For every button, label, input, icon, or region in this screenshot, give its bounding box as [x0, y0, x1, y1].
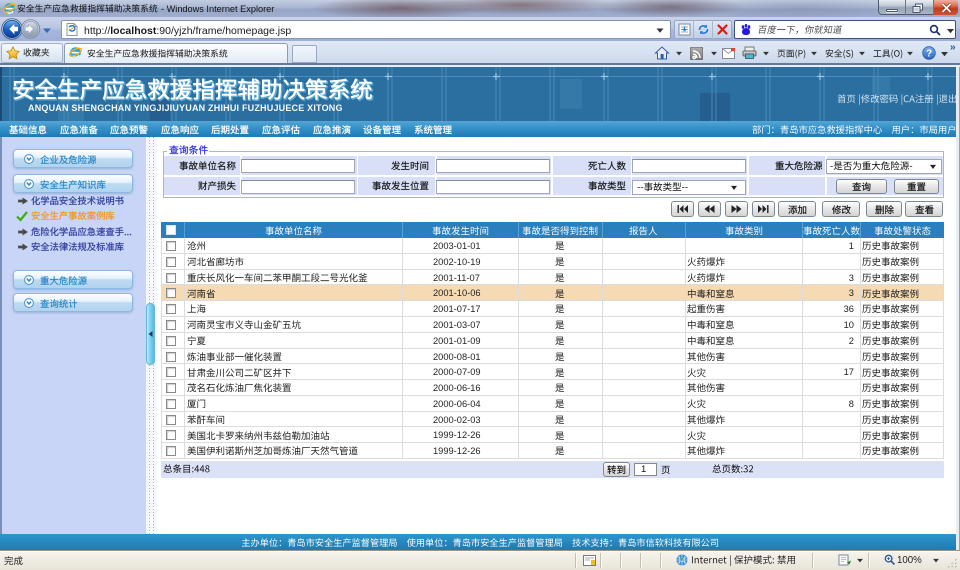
svg-text:?: ? [926, 49, 932, 60]
